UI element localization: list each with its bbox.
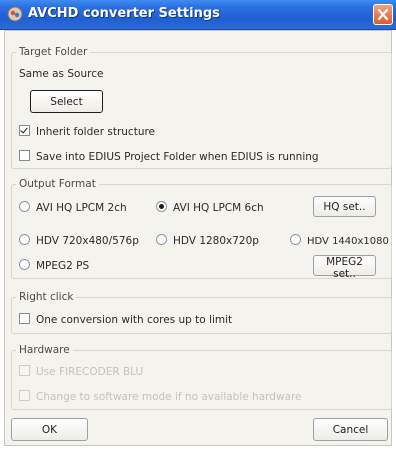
radio-avi-hq-6ch-label: AVI HQ LPCM 6ch xyxy=(173,202,264,214)
radio-avi-hq-6ch[interactable]: AVI HQ LPCM 6ch xyxy=(156,201,264,214)
radio-mpeg2-ps-label: MPEG2 PS xyxy=(36,260,90,272)
inherit-checkbox-label: Inherit folder structure xyxy=(36,126,156,138)
change-software-checkbox-label: Change to software mode if no available … xyxy=(36,391,302,403)
radio-avi-hq-2ch-dot[interactable] xyxy=(19,201,30,212)
radio-hdv-720x480-dot[interactable] xyxy=(19,234,30,245)
use-hardware-checkbox-label: Use FIRECODER BLU xyxy=(36,366,144,378)
radio-hdv-720x480-label: HDV 720x480/576p xyxy=(36,235,139,247)
edius-project-folder-checkbox[interactable]: Save into EDIUS Project Folder when EDIU… xyxy=(19,150,319,163)
use-hardware-checkbox: Use FIRECODER BLU xyxy=(19,365,143,378)
app-icon xyxy=(7,6,23,22)
right-click-legend: Right click xyxy=(16,291,77,303)
change-software-mode-checkbox: Change to software mode if no available … xyxy=(19,390,302,403)
radio-hdv-1280x720[interactable]: HDV 1280x720p xyxy=(156,234,259,247)
output-format-legend: Output Format xyxy=(16,178,99,190)
radio-avi-hq-2ch[interactable]: AVI HQ LPCM 2ch xyxy=(19,201,127,214)
select-folder-button[interactable]: Select xyxy=(30,90,103,113)
one-conversion-checkbox[interactable]: One conversion with cores up to limit xyxy=(19,313,232,326)
one-conversion-checkbox-box[interactable] xyxy=(19,313,30,324)
radio-avi-hq-2ch-label: AVI HQ LPCM 2ch xyxy=(36,202,127,214)
radio-hdv-1280x720-label: HDV 1280x720p xyxy=(173,235,259,247)
use-hardware-checkbox-box xyxy=(19,365,30,376)
radio-avi-hq-6ch-dot[interactable] xyxy=(156,201,167,212)
radio-hdv-1440x1080[interactable]: HDV 1440x1080 xyxy=(290,234,389,247)
radio-mpeg2-ps-dot[interactable] xyxy=(19,259,30,270)
change-software-checkbox-box xyxy=(19,390,30,401)
target-folder-source-text: Same as Source xyxy=(19,68,104,80)
radio-mpeg2-ps[interactable]: MPEG2 PS xyxy=(19,259,89,272)
mpeg2-settings-button[interactable]: MPEG2 set.. xyxy=(313,255,376,280)
inherit-folder-structure-checkbox[interactable]: Inherit folder structure xyxy=(19,125,155,138)
ok-button[interactable]: OK xyxy=(11,418,88,441)
hq-settings-button[interactable]: HQ set.. xyxy=(313,196,376,217)
window-title: AVCHD converter Settings xyxy=(28,6,220,21)
cancel-button[interactable]: Cancel xyxy=(313,418,388,441)
close-icon xyxy=(377,8,389,21)
one-conversion-checkbox-label: One conversion with cores up to limit xyxy=(36,314,233,326)
radio-hdv-720x480[interactable]: HDV 720x480/576p xyxy=(19,234,139,247)
radio-hdv-1440x1080-dot[interactable] xyxy=(290,234,301,245)
edius-checkbox-label: Save into EDIUS Project Folder when EDIU… xyxy=(36,151,319,163)
radio-hdv-1440x1080-label: HDV 1440x1080 xyxy=(307,236,389,247)
radio-hdv-1280x720-dot[interactable] xyxy=(156,234,167,245)
hardware-legend: Hardware xyxy=(16,344,73,356)
target-folder-legend: Target Folder xyxy=(16,46,91,58)
close-button[interactable] xyxy=(373,4,393,25)
title-bar: AVCHD converter Settings xyxy=(0,0,396,30)
edius-checkbox-box[interactable] xyxy=(19,150,30,161)
inherit-checkbox-box[interactable] xyxy=(19,125,30,136)
